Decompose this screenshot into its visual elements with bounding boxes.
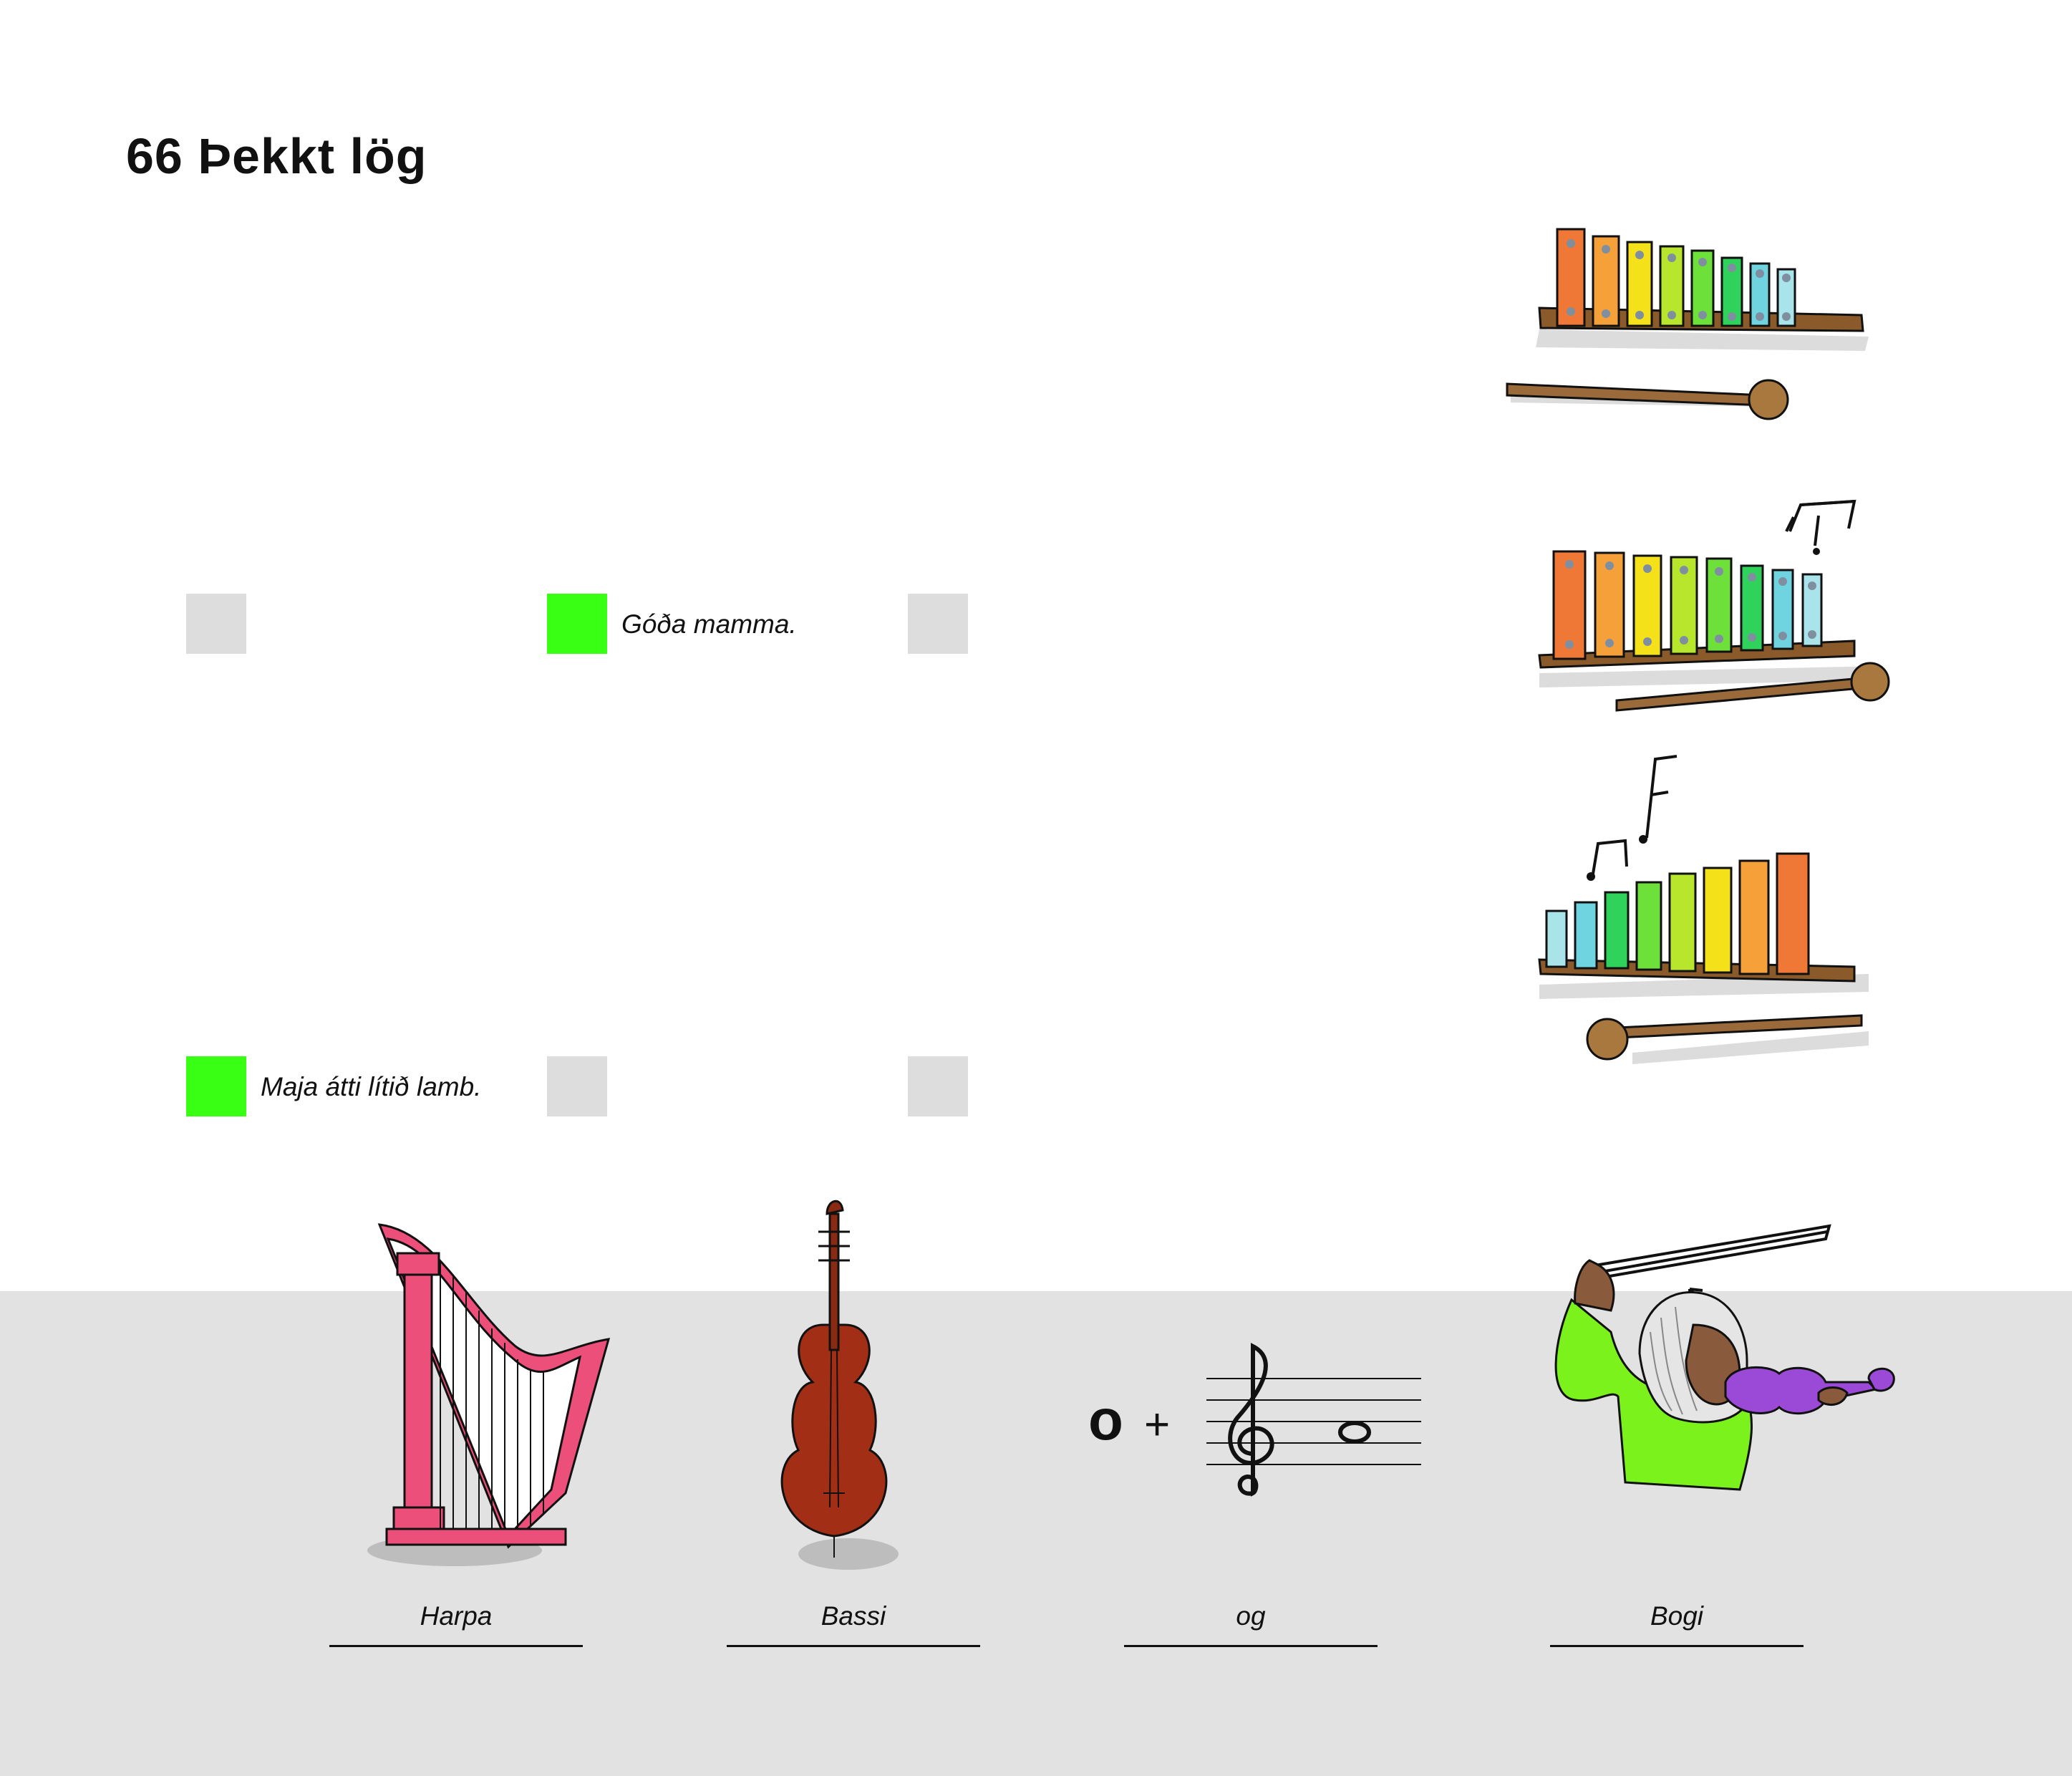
answer-line-violinist[interactable] — [1550, 1645, 1804, 1647]
checkbox-option-2[interactable] — [547, 594, 607, 654]
checkbox-option-3[interactable] — [908, 594, 968, 654]
page-number: 66 — [126, 128, 183, 184]
puzzle-letter: o — [1088, 1388, 1123, 1452]
answer-line-cello[interactable] — [727, 1645, 980, 1647]
checkbox-option-6[interactable] — [908, 1056, 968, 1116]
harp-icon — [367, 1223, 611, 1566]
puzzle-operator: + — [1144, 1400, 1170, 1449]
answer-line-note[interactable] — [1124, 1645, 1378, 1647]
checkbox-option-5[interactable] — [547, 1056, 607, 1116]
checkbox-option-4[interactable] — [186, 1056, 246, 1116]
xylophone-icon — [1538, 755, 1869, 1064]
answer-cello: Bassi — [820, 1601, 886, 1631]
option-label-2: Góða mamma. — [621, 609, 797, 639]
xylophone-icon — [1506, 228, 1869, 420]
xylophone-icon — [1538, 499, 1890, 712]
answer-violinist: Bogi — [1650, 1601, 1704, 1631]
answer-note: og — [1236, 1601, 1266, 1631]
whole-note-puzzle-icon: o + — [1088, 1343, 1421, 1497]
option-label-4: Maja átti lítið lamb. — [261, 1072, 482, 1101]
answer-harp: Harpa — [420, 1601, 493, 1631]
checkbox-option-1[interactable] — [186, 594, 246, 654]
violinist-icon — [1554, 1224, 1895, 1491]
answer-line-harp[interactable] — [329, 1645, 583, 1647]
cello-icon — [780, 1200, 899, 1570]
page-title: 66 Þekkt lög — [126, 127, 427, 185]
page-heading: Þekkt lög — [198, 128, 427, 184]
